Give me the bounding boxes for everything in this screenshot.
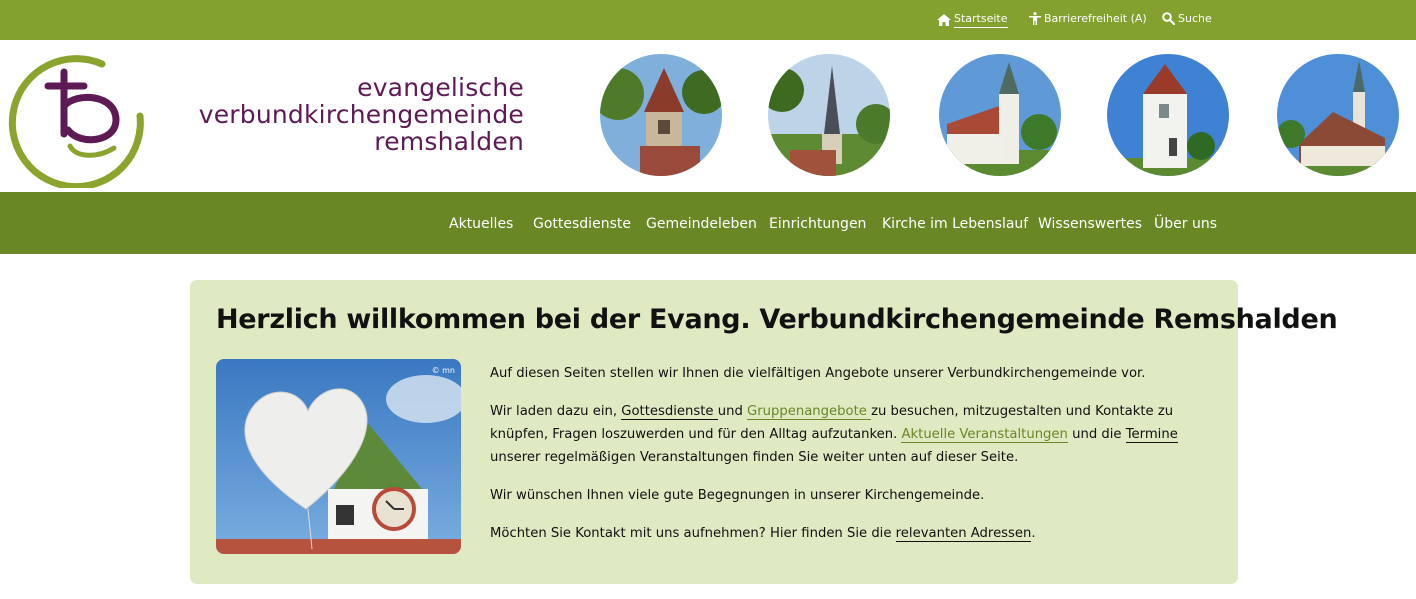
- nav-item-ueber-uns[interactable]: Über uns: [1154, 216, 1217, 232]
- welcome-paragraph-3: Wir wünschen Ihnen viele gute Begegnunge…: [490, 488, 985, 503]
- welcome-box: Herzlich willkommen bei der Evang. Verbu…: [190, 280, 1338, 584]
- brand-line-3: remshalden: [374, 127, 524, 156]
- nav-item-gottesdienste[interactable]: Gottesdienste: [533, 216, 631, 232]
- welcome-paragraph-1: Auf diesen Seiten stellen wir Ihnen die …: [490, 366, 1146, 381]
- welcome-photo: © mn: [216, 359, 461, 554]
- church-image-1: [600, 54, 722, 176]
- gruppenangebote-link[interactable]: Gruppenangebote: [747, 404, 872, 420]
- church-image-4: [1107, 54, 1229, 176]
- p2-text-4: und die: [1067, 427, 1126, 442]
- search-icon: [1162, 12, 1175, 25]
- p4-text-2: .: [1031, 526, 1036, 541]
- welcome-paragraph-2: Wir laden dazu ein, Gottesdienste und Gr…: [490, 400, 1210, 469]
- welcome-title: Herzlich willkommen bei der Evang. Verbu…: [216, 304, 1338, 335]
- home-link[interactable]: Startseite: [937, 12, 1008, 28]
- home-link-label: Startseite: [954, 12, 1008, 28]
- church-image-3: [939, 54, 1061, 176]
- nav-item-gemeindeleben[interactable]: Gemeindeleben: [646, 216, 757, 232]
- search-link-label: Suche: [1178, 12, 1212, 25]
- nav-item-wissenswertes[interactable]: Wissenswertes: [1038, 216, 1142, 232]
- home-icon: [937, 14, 951, 26]
- logo-link[interactable]: [6, 46, 148, 192]
- accessibility-link[interactable]: Barrierefreiheit (A): [1029, 12, 1147, 25]
- relevante-adressen-link[interactable]: relevanten Adressen: [895, 526, 1032, 542]
- p2-text-1: Wir laden dazu ein,: [490, 404, 622, 419]
- accessibility-link-label: Barrierefreiheit (A): [1044, 12, 1147, 25]
- site-header: evangelische verbundkirchengemeinde rems…: [0, 40, 1416, 192]
- main-navigation: Aktuelles Gottesdienste Gemeindeleben Ei…: [0, 192, 1416, 254]
- utility-bar: Startseite Barrierefreiheit (A) Suche: [0, 0, 1416, 40]
- p4-text-1: Möchten Sie Kontakt mit uns aufnehmen? H…: [490, 526, 896, 541]
- brand-name: evangelische verbundkirchengemeinde rems…: [199, 74, 524, 155]
- gottesdienste-link[interactable]: Gottesdienste: [621, 404, 718, 420]
- brand-line-2: verbundkirchengemeinde: [198, 100, 524, 129]
- nav-item-aktuelles[interactable]: Aktuelles: [449, 216, 513, 232]
- p2-text-5: unserer regelmäßigen Veranstaltungen fin…: [490, 450, 1019, 465]
- p2-text-2: und: [717, 404, 748, 419]
- accessibility-icon: [1029, 12, 1041, 25]
- welcome-paragraph-4: Möchten Sie Kontakt mit uns aufnehmen? H…: [490, 522, 1210, 545]
- brand-line-1: evangelische: [357, 73, 524, 102]
- nav-item-einrichtungen[interactable]: Einrichtungen: [769, 216, 866, 232]
- termine-link[interactable]: Termine: [1125, 427, 1178, 443]
- nav-item-kirche-im-lebenslauf[interactable]: Kirche im Lebenslauf: [882, 216, 1028, 232]
- photo-credit: © mn: [431, 366, 455, 375]
- church-logo-icon: [8, 55, 144, 191]
- church-image-5: [1277, 54, 1399, 176]
- church-image-2: [768, 54, 890, 176]
- search-link[interactable]: Suche: [1162, 12, 1212, 25]
- aktuelle-veranstaltungen-link[interactable]: Aktuelle Veranstaltungen: [901, 427, 1068, 443]
- welcome-text: Auf diesen Seiten stellen wir Ihnen die …: [490, 362, 1210, 560]
